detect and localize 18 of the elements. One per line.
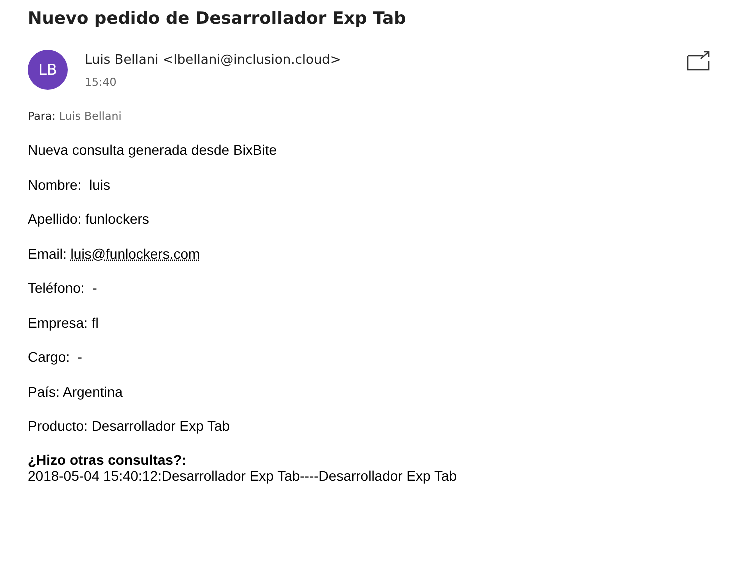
recipient-line: Para: Luis Bellani	[28, 110, 123, 123]
history-heading: ¿Hizo otras consultas?:	[28, 452, 188, 468]
email-link[interactable]: luis@funlockers.com	[70, 246, 200, 262]
history-entry: 2018-05-04 15:40:12:Desarrollador Exp Tab----Desarrollador Exp Tab	[28, 468, 458, 484]
body-line: Nombre: luis	[28, 176, 112, 192]
body-line: Nueva consulta generada desde BixBite	[28, 142, 278, 158]
body-line: Producto: Desarrollador Exp Tab	[28, 418, 232, 434]
sent-time: 15:40	[85, 76, 118, 89]
sender-avatar: LB	[28, 50, 68, 90]
body-line: Teléfono: -	[28, 280, 98, 296]
email-subject: Nuevo pedido de Desarrollador Exp Tab	[28, 8, 408, 30]
body-line: Apellido: funlockers	[28, 211, 150, 227]
popout-icon[interactable]	[687, 51, 711, 71]
body-line: País: Argentina	[28, 384, 124, 400]
body-line: Empresa: fl	[28, 314, 100, 330]
sender-name: Luis Bellani <lbellani@inclusion.cloud>	[85, 52, 342, 70]
body-line: Email: luis@funlockers.com	[28, 246, 202, 262]
body-line: Cargo: -	[28, 349, 84, 365]
